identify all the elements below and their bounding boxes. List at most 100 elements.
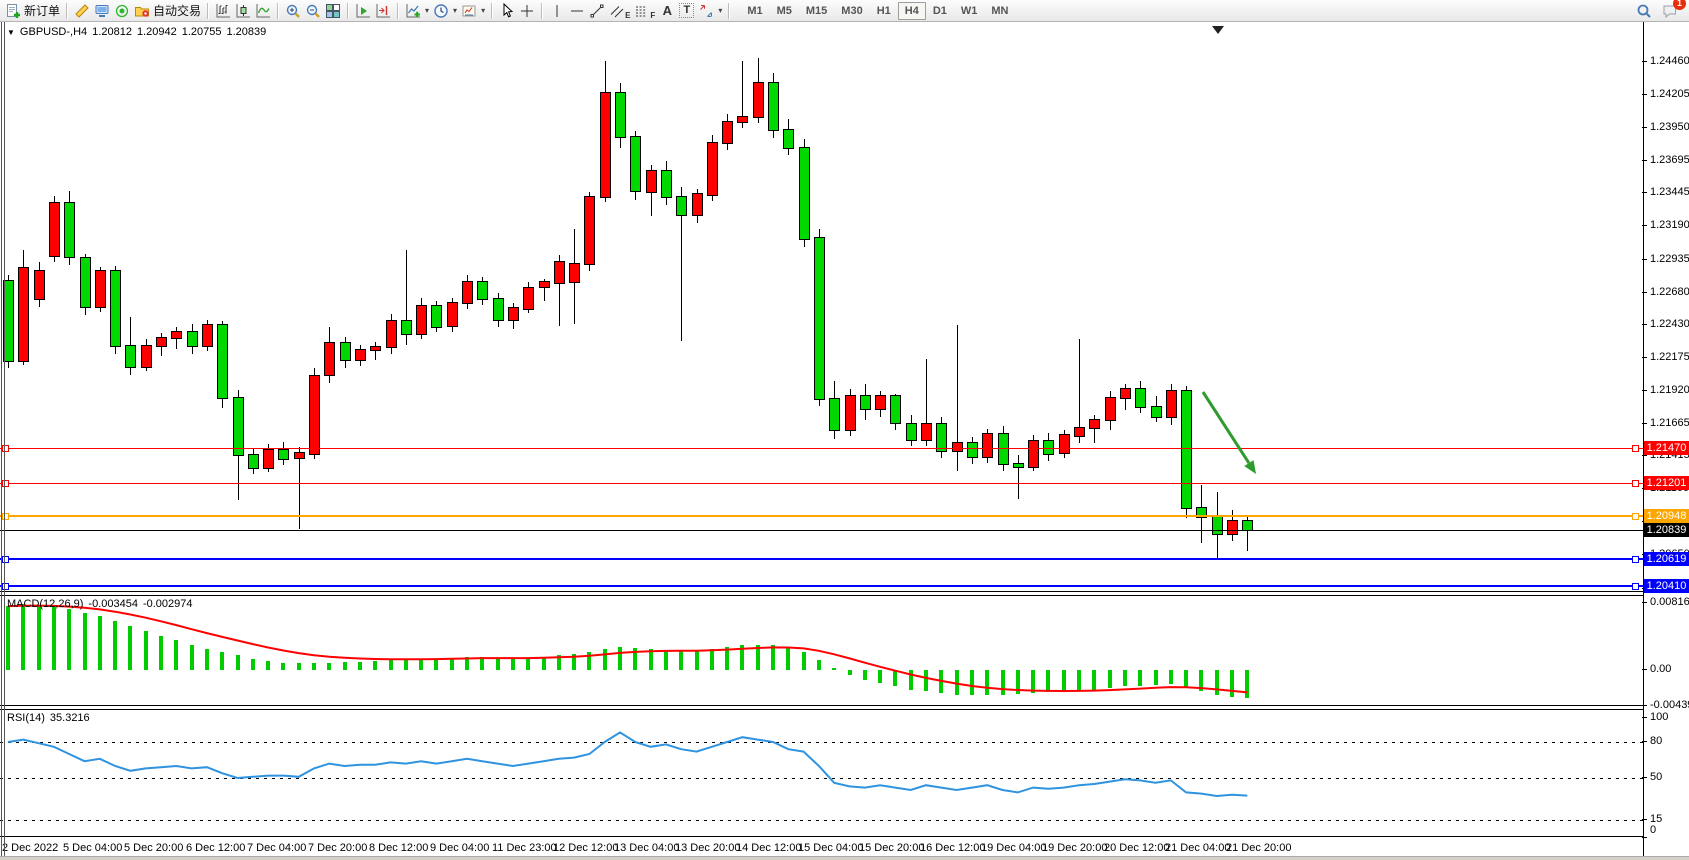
bar-chart-icon xyxy=(215,3,231,19)
macd-pane[interactable]: MACD(12,26,9) -0.003454 -0.002974 xyxy=(0,595,1643,706)
metaeditor-icon xyxy=(74,3,90,19)
time-axis-label: 15 Dec 04:00 xyxy=(798,842,863,854)
rsi-line-svg xyxy=(0,710,1643,837)
time-axis-label: 8 Dec 12:00 xyxy=(369,842,428,854)
chart-shift-icon xyxy=(375,3,391,19)
text-label-icon: T xyxy=(679,3,694,18)
text-label-button[interactable]: T xyxy=(677,1,696,21)
toolbar-separator xyxy=(207,3,209,19)
macd-signal-value: -0.002974 xyxy=(143,598,193,610)
time-axis-label: 13 Dec 04:00 xyxy=(614,842,679,854)
timeframe-m30-button[interactable]: M30 xyxy=(834,2,869,20)
time-axis-label: 11 Dec 23:00 xyxy=(492,842,557,854)
time-axis-label: 2 Dec 2022 xyxy=(2,842,58,854)
rsi-value: 35.3216 xyxy=(50,712,90,724)
bar-chart-button[interactable] xyxy=(213,1,233,21)
main-chart-pane[interactable]: ▼ GBPUSD-,H4 1.20812 1.20942 1.20755 1.2… xyxy=(0,22,1643,592)
timeframe-m5-button[interactable]: M5 xyxy=(770,2,799,20)
terminal-button[interactable] xyxy=(92,1,112,21)
line-chart-button[interactable] xyxy=(253,1,273,21)
window-left-frame xyxy=(1,22,2,856)
timeframe-h4-button[interactable]: H4 xyxy=(898,2,926,20)
indicators-button[interactable]: ▾ xyxy=(403,1,431,21)
search-button[interactable] xyxy=(1634,1,1654,21)
zoom-in-button[interactable] xyxy=(283,1,303,21)
periods-dropdown-icon[interactable]: ▾ xyxy=(453,6,457,15)
macd-header: MACD(12,26,9) -0.003454 -0.002974 xyxy=(7,598,193,610)
timeframe-d1-button[interactable]: D1 xyxy=(926,2,954,20)
candle-chart-button[interactable] xyxy=(233,1,253,21)
toolbar-right: 1 xyxy=(1634,1,1686,21)
templates-dropdown-icon[interactable]: ▾ xyxy=(481,6,485,15)
time-axis-label: 19 Dec 20:00 xyxy=(1042,842,1107,854)
autotrading-button[interactable]: 自动交易 xyxy=(132,1,203,21)
toolbar-separator xyxy=(347,3,349,19)
trendline-button[interactable] xyxy=(587,1,607,21)
bar-low-value: 1.20755 xyxy=(182,26,222,38)
rsi-pane[interactable]: RSI(14) 35.3216 xyxy=(0,709,1643,837)
chart-shift-marker[interactable] xyxy=(1212,26,1224,34)
horizontal-line-icon xyxy=(569,3,585,19)
trendline-icon xyxy=(589,3,605,19)
time-axis-label: 20 Dec 12:00 xyxy=(1104,842,1169,854)
candle-chart-icon xyxy=(235,3,251,19)
crosshair-icon xyxy=(519,3,535,19)
fibonacci-subscript: F xyxy=(650,11,655,20)
channel-icon xyxy=(609,3,625,19)
cursor-button[interactable] xyxy=(497,1,517,21)
time-axis-label: 9 Dec 04:00 xyxy=(430,842,489,854)
fibonacci-button[interactable]: F xyxy=(632,1,657,21)
crosshair-button[interactable] xyxy=(517,1,537,21)
tile-windows-icon xyxy=(325,3,341,19)
pane-left-edge xyxy=(4,22,5,856)
line-chart-icon xyxy=(255,3,271,19)
indicators-dropdown-icon[interactable]: ▾ xyxy=(425,6,429,15)
zoom-in-icon xyxy=(285,3,301,19)
time-axis[interactable]: 2 Dec 20225 Dec 04:005 Dec 20:006 Dec 12… xyxy=(0,838,1643,856)
notifications-button[interactable]: 1 xyxy=(1660,1,1680,21)
bar-close-value: 1.20839 xyxy=(226,26,266,38)
price-axis[interactable] xyxy=(1643,22,1689,856)
chart-header: ▼ GBPUSD-,H4 1.20812 1.20942 1.20755 1.2… xyxy=(7,26,266,38)
zoom-out-button[interactable] xyxy=(303,1,323,21)
toolbar-separator xyxy=(491,3,493,19)
autotrading-icon xyxy=(134,3,150,19)
horizontal-line-button[interactable] xyxy=(567,1,587,21)
window-bottom-edge xyxy=(0,856,1689,860)
arrows-dropdown-icon[interactable]: ▾ xyxy=(718,6,722,15)
text-button[interactable]: A xyxy=(657,1,677,21)
timeframe-w1-button[interactable]: W1 xyxy=(954,2,985,20)
text-icon: A xyxy=(659,3,675,18)
arrows-icon xyxy=(698,3,714,19)
periods-button[interactable]: ▾ xyxy=(431,1,459,21)
tile-windows-button[interactable] xyxy=(323,1,343,21)
timeframe-h1-button[interactable]: H1 xyxy=(870,2,898,20)
notification-badge: 1 xyxy=(1673,0,1686,10)
timeframe-m1-button[interactable]: M1 xyxy=(740,2,769,20)
signals-button[interactable] xyxy=(112,1,132,21)
metaeditor-button[interactable] xyxy=(72,1,92,21)
time-axis-label: 6 Dec 12:00 xyxy=(186,842,245,854)
time-axis-label: 12 Dec 12:00 xyxy=(553,842,618,854)
time-axis-label: 5 Dec 04:00 xyxy=(63,842,122,854)
macd-main-value: -0.003454 xyxy=(88,598,138,610)
new-order-button[interactable]: 新订单 xyxy=(3,1,62,21)
chart-shift-button[interactable] xyxy=(373,1,393,21)
templates-button[interactable]: ▾ xyxy=(459,1,487,21)
timeframe-m15-button[interactable]: M15 xyxy=(799,2,834,20)
arrows-button[interactable]: ▾ xyxy=(696,1,724,21)
zoom-out-icon xyxy=(305,3,321,19)
vertical-line-button[interactable] xyxy=(547,1,567,21)
time-axis-label: 13 Dec 20:00 xyxy=(675,842,740,854)
timeframe-cluster: M1M5M15M30H1H4D1W1MN xyxy=(740,2,1015,20)
toolbar-separator xyxy=(277,3,279,19)
channel-button[interactable]: E xyxy=(607,1,632,21)
timeframe-mn-button[interactable]: MN xyxy=(984,2,1015,20)
auto-scroll-button[interactable] xyxy=(353,1,373,21)
time-axis-label: 21 Dec 04:00 xyxy=(1165,842,1230,854)
new-order-label: 新订单 xyxy=(24,2,60,19)
bar-high-value: 1.20942 xyxy=(137,26,177,38)
symbol-dropdown-icon[interactable]: ▼ xyxy=(7,28,15,37)
periods-icon xyxy=(433,3,449,19)
time-axis-label: 7 Dec 20:00 xyxy=(308,842,367,854)
